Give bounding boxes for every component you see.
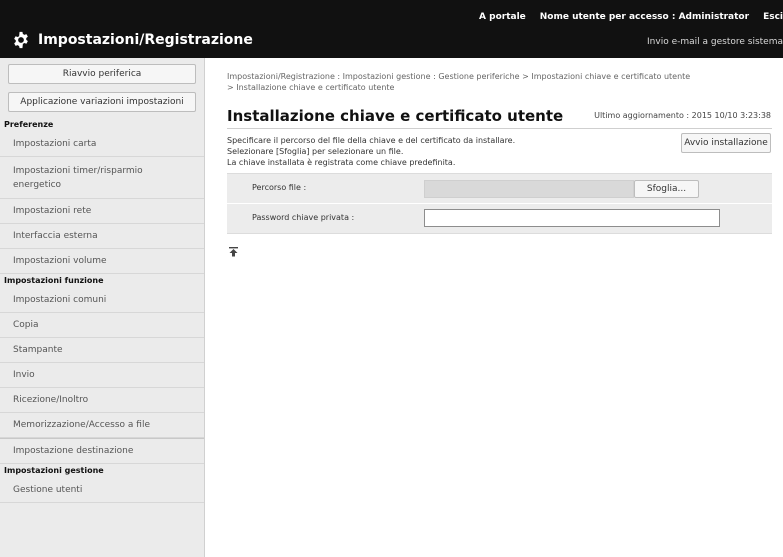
logout-link[interactable]: Esci <box>763 12 783 26</box>
sidebar-item-receive-forward[interactable]: Ricezione/Inoltro <box>0 388 204 413</box>
sidebar-heading-function-settings: Impostazioni funzione <box>4 276 104 285</box>
sidebar-item-user-management[interactable]: Gestione utenti <box>0 478 204 503</box>
sidebar-item-send[interactable]: Invio <box>0 363 204 388</box>
sidebar-item-common-settings[interactable]: Impostazioni comuni <box>0 288 204 313</box>
breadcrumb: Impostazioni/Registrazione : Impostazion… <box>227 71 772 93</box>
user-name: Administrator <box>678 12 750 22</box>
instruction-line-2: Selezionare [Sfoglia] per selezionare un… <box>227 147 404 156</box>
instruction-line-1: Specificare il percorso del file della c… <box>227 136 516 145</box>
file-path-input[interactable] <box>424 180 634 198</box>
breadcrumb-line-1[interactable]: Impostazioni/Registrazione : Impostazion… <box>227 71 772 82</box>
sidebar-item-volume-settings[interactable]: Impostazioni volume <box>0 249 204 274</box>
file-path-row: Percorso file : Sfoglia... <box>227 174 772 204</box>
restart-device-button[interactable]: Riavvio periferica <box>8 64 196 84</box>
instructions: Specificare il percorso del file della c… <box>227 135 515 168</box>
title-divider <box>227 128 772 129</box>
sidebar-item-printer[interactable]: Stampante <box>0 338 204 363</box>
app-title: Impostazioni/Registrazione <box>38 32 253 48</box>
mail-admin-link[interactable]: Invio e-mail a gestore sistema <box>647 37 783 47</box>
private-key-password-row: Password chiave privata : <box>227 204 772 234</box>
scroll-to-top-icon[interactable] <box>229 247 238 257</box>
gear-icon <box>14 31 28 49</box>
header-links: A portale Nome utente per accesso : Admi… <box>479 12 783 26</box>
sidebar-item-paper-settings[interactable]: Impostazioni carta <box>0 132 204 157</box>
sidebar-item-external-interface[interactable]: Interfaccia esterna <box>0 224 204 249</box>
instruction-line-3: La chiave installata è registrata come c… <box>227 158 456 167</box>
apply-settings-button[interactable]: Applicazione variazioni impostazioni <box>8 92 196 112</box>
sidebar-item-copy[interactable]: Copia <box>0 313 204 338</box>
sidebar-item-store-access-files[interactable]: Memorizzazione/Accesso a file <box>0 413 204 438</box>
browse-button[interactable]: Sfoglia... <box>634 180 699 198</box>
user-label: Nome utente per accesso : <box>539 12 676 22</box>
install-form: Percorso file : Sfoglia... Password chia… <box>227 173 772 234</box>
main-content: Impostazioni/Registrazione : Impostazion… <box>205 58 783 557</box>
sidebar-heading-management-settings: Impostazioni gestione <box>4 466 104 475</box>
file-path-label: Percorso file : <box>252 183 307 192</box>
last-updated: Ultimo aggiornamento : 2015 10/10 3:23:3… <box>594 111 771 120</box>
breadcrumb-line-2: > Installazione chiave e certificato ute… <box>227 83 395 92</box>
portal-link[interactable]: A portale <box>479 12 526 26</box>
sidebar-heading-preferences: Preferenze <box>4 120 54 129</box>
private-key-password-label: Password chiave privata : <box>252 213 355 222</box>
private-key-password-input[interactable] <box>424 209 720 227</box>
sidebar-item-network-settings[interactable]: Impostazioni rete <box>0 199 204 224</box>
sidebar-item-destination-settings[interactable]: Impostazione destinazione <box>0 439 204 464</box>
start-installation-button[interactable]: Avvio installazione <box>681 133 771 153</box>
sidebar: Riavvio periferica Applicazione variazio… <box>0 58 205 557</box>
sidebar-item-timer-energy[interactable]: Impostazioni timer/risparmio energetico <box>0 157 204 199</box>
page-title: Installazione chiave e certificato utent… <box>227 107 564 125</box>
header-bar: A portale Nome utente per accesso : Admi… <box>0 0 783 58</box>
app-brand: Impostazioni/Registrazione <box>12 28 253 52</box>
